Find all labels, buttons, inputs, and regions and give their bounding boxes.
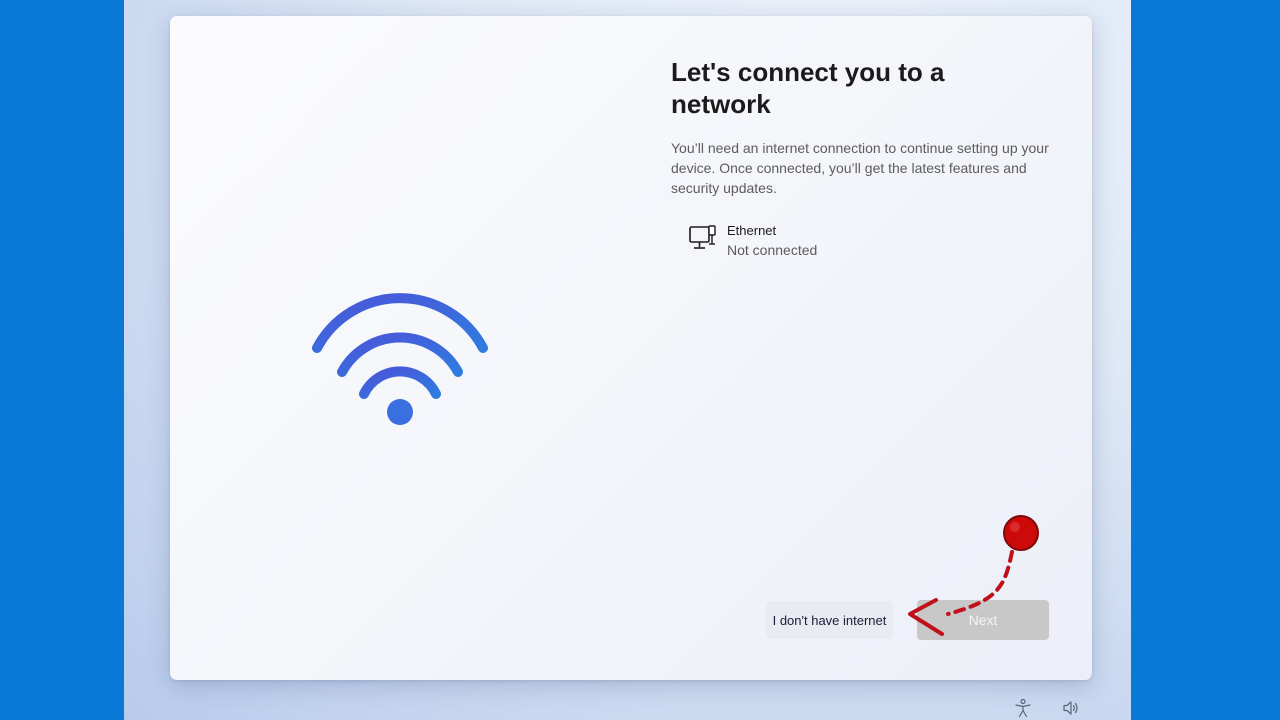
volume-icon[interactable] bbox=[1061, 698, 1081, 718]
accessibility-icon[interactable] bbox=[1013, 698, 1033, 718]
network-list-item-ethernet[interactable]: Ethernet Not connected bbox=[688, 222, 888, 268]
network-text: Ethernet Not connected bbox=[727, 222, 817, 260]
next-button[interactable]: Next bbox=[917, 600, 1049, 640]
network-name: Ethernet bbox=[727, 223, 777, 238]
page-title: Let's connect you to a network bbox=[671, 57, 945, 119]
network-setup-dialog: Let's connect you to a network You’ll ne… bbox=[170, 16, 1092, 680]
wifi-icon bbox=[312, 293, 488, 425]
network-status: Not connected bbox=[727, 242, 818, 258]
oobe-screen: Let's connect you to a network You’ll ne… bbox=[124, 0, 1131, 720]
no-internet-button[interactable]: I don't have internet bbox=[766, 601, 893, 639]
ethernet-icon bbox=[689, 225, 716, 249]
page-description: You’ll need an internet connection to co… bbox=[671, 140, 1049, 196]
